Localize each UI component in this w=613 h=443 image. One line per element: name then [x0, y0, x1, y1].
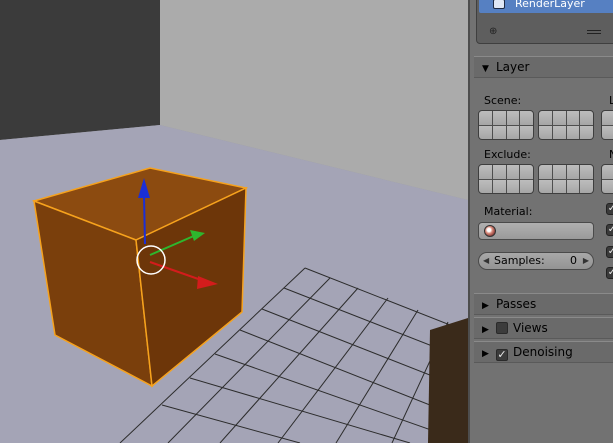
panel-header-views[interactable]: ▶ Views [474, 317, 613, 339]
panel-title-passes: Passes [496, 297, 537, 311]
dark-wall [0, 0, 160, 140]
views-checkbox[interactable] [496, 322, 508, 334]
list-menu-icon[interactable] [587, 30, 601, 34]
3d-viewport[interactable] [0, 0, 468, 443]
panel-title-views: Views [513, 321, 548, 335]
panel-title-layer: Layer [496, 60, 530, 74]
material-field[interactable] [478, 222, 594, 240]
render-layer-row[interactable]: RenderLayer [479, 0, 613, 13]
collapsed-triangle-icon: ▶ [482, 301, 489, 311]
expanded-triangle-icon: ▼ [482, 64, 489, 74]
samples-field[interactable]: ◀ Samples: 0 ▶ [478, 252, 594, 270]
add-icon[interactable]: ⊕ [489, 27, 499, 37]
render-layer-label: RenderLayer [515, 0, 585, 10]
collapsed-triangle-icon: ▶ [482, 349, 489, 359]
panel-header-layer[interactable]: ▼ Layer [474, 56, 613, 78]
exclude-layers-grid-2[interactable] [538, 164, 594, 194]
edge-object [428, 318, 468, 443]
collapsed-triangle-icon: ▶ [482, 325, 489, 335]
scene-label: Scene: [484, 94, 522, 107]
material-label: Material: [484, 205, 533, 218]
samples-value: 0 [570, 254, 577, 267]
material-sphere-icon [484, 225, 496, 237]
option-checkbox-3[interactable] [606, 246, 613, 258]
panel-title-denoising: Denoising [513, 345, 573, 359]
panel-header-denoising[interactable]: ▶ Denoising [474, 341, 613, 363]
scene-layers-grid-2[interactable] [538, 110, 594, 140]
panel-header-passes[interactable]: ▶ Passes [474, 293, 613, 315]
layer-grid-partial-2[interactable] [601, 164, 613, 194]
scene-right-label: L [609, 94, 613, 107]
increment-arrow-icon[interactable]: ▶ [583, 253, 589, 269]
scene-layers-grid-1[interactable] [478, 110, 534, 140]
denoising-checkbox[interactable] [496, 349, 508, 361]
layer-grid-partial-1[interactable] [601, 110, 613, 140]
render-layer-icon [493, 0, 505, 9]
exclude-right-label: N [609, 148, 613, 161]
exclude-layers-grid-1[interactable] [478, 164, 534, 194]
render-layer-list[interactable]: RenderLayer ⊕ [476, 0, 613, 44]
option-checkbox-4[interactable] [606, 267, 613, 279]
option-checkbox-1[interactable] [606, 203, 613, 215]
decrement-arrow-icon[interactable]: ◀ [483, 253, 489, 269]
samples-label: Samples: [494, 254, 545, 267]
exclude-label: Exclude: [484, 148, 531, 161]
viewport-scene [0, 0, 468, 443]
properties-panel: RenderLayer ⊕ ▼ Layer Scene: L Exclude: N… [468, 0, 613, 443]
option-checkbox-2[interactable] [606, 224, 613, 236]
